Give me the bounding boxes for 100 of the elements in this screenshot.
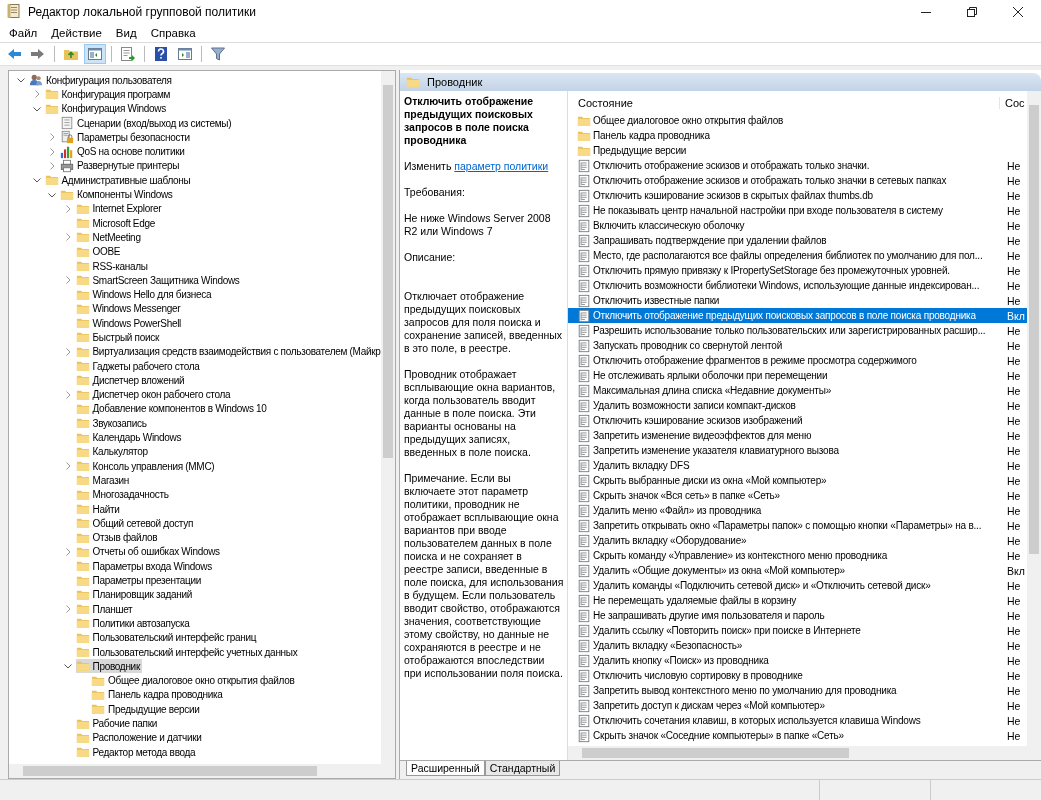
tree-item[interactable]: QoS на основе политики — [60, 144, 187, 159]
list-row[interactable]: Скрыть выбранные диски из окна «Мой компьютер» Не — [568, 473, 1027, 488]
column-header[interactable]: Состояние — [568, 97, 999, 109]
policy-link[interactable]: параметр политики — [454, 160, 549, 172]
tree-item[interactable]: Параметры безопасности — [60, 130, 192, 145]
list-row[interactable]: Не запрашивать другие имя пользователя и пароль Не — [568, 608, 1027, 623]
list-row[interactable]: Удалить меню «Файл» из проводника Не — [568, 503, 1027, 518]
menu-item[interactable]: Файл — [2, 27, 45, 39]
list-row[interactable]: Отключить отображение предыдущих поисковых запросов в поле поиска проводника Вкл — [568, 308, 1027, 323]
list-row[interactable]: Предыдущие версии — [568, 143, 1027, 158]
tree-item[interactable]: Параметры входа Windows — [75, 559, 214, 574]
tree-item[interactable]: NetMeeting — [75, 230, 143, 245]
tree-item[interactable]: Планшет — [75, 602, 135, 617]
horizontal-scrollbar[interactable] — [9, 764, 395, 778]
list-row[interactable]: Отключить кэширование эскизов изображений Не — [568, 413, 1027, 428]
tree-item[interactable]: OOBE — [75, 244, 123, 259]
list-row[interactable]: Отключить прямую привязку к IPropertySetStorage без промежуточных уровней. Не — [568, 263, 1027, 278]
tree-item[interactable]: Microsoft Edge — [75, 216, 157, 231]
list-row[interactable]: Отключить отображение эскизов и отображать только значки в сетевых папках Не — [568, 173, 1027, 188]
tree-item[interactable]: Предыдущие версии — [91, 702, 202, 717]
menu-item[interactable]: Вид — [108, 27, 144, 39]
tree-item[interactable]: Панель кадра проводника — [91, 687, 225, 702]
tree-item[interactable]: Гаджеты рабочего стола — [75, 359, 202, 374]
vertical-scrollbar[interactable] — [381, 71, 395, 764]
tree-item[interactable]: Проводник — [75, 659, 142, 674]
forward-arrow-icon[interactable] — [30, 46, 46, 62]
list-row[interactable]: Общее диалоговое окно открытия файлов — [568, 113, 1027, 128]
toggle-button[interactable] — [84, 44, 106, 64]
tree-item[interactable]: Магазин — [75, 473, 131, 488]
list-row[interactable]: Отключить известные папки Не — [568, 293, 1027, 308]
list-row[interactable]: Отключить отображение эскизов и отображать только значки. Не — [568, 158, 1027, 173]
list-row[interactable]: Запретить открывать окно «Параметры папок» с помощью кнопки «Параметры» на в... Не — [568, 518, 1027, 533]
list-row[interactable]: Запретить изменение видеоэффектов для меню Не — [568, 428, 1027, 443]
tree-item[interactable]: Планировщик заданий — [75, 587, 195, 602]
list-row[interactable]: Место, где располагаются все файлы определения библиотек по умолчанию для пол... Не — [568, 248, 1027, 263]
list-row[interactable]: Удалить вкладку «Безопасность» Не — [568, 638, 1027, 653]
menu-item[interactable]: Действие — [44, 27, 109, 39]
list-row[interactable]: Отключить числовую сортировку в проводнике Не — [568, 668, 1027, 683]
tree-item[interactable]: Компоненты Windows — [60, 187, 175, 202]
tree-item[interactable]: Найти — [75, 502, 122, 517]
list-row[interactable]: Запускать проводник со свернутой лентой Не — [568, 338, 1027, 353]
tree-item[interactable]: Отчеты об ошибках Windows — [75, 544, 222, 559]
list-row[interactable]: Отключить возможности библиотеки Windows, использующие данные индексирован... Не — [568, 278, 1027, 293]
help-icon[interactable] — [153, 46, 169, 62]
list-row[interactable]: Отключить сочетания клавиш, в которых используется клавиша Windows Не — [568, 713, 1027, 728]
list-row[interactable]: Панель кадра проводника — [568, 128, 1027, 143]
vertical-scrollbar[interactable] — [1027, 91, 1041, 746]
list-row[interactable]: Запретить вывод контекстного меню по умолчанию для проводника Не — [568, 683, 1027, 698]
filter-icon[interactable] — [210, 46, 226, 62]
tree-item[interactable]: Диспетчер окон рабочего стола — [75, 387, 233, 402]
tree-item[interactable]: Расположение и датчики — [75, 730, 204, 745]
list-row[interactable]: Не отслеживать ярлыки оболочки при перемещении Не — [568, 368, 1027, 383]
tree-item[interactable]: Конфигурация программ — [44, 87, 173, 102]
tree-item[interactable]: Консоль управления (MMC) — [75, 459, 217, 474]
tree-item[interactable]: Быстрый поиск — [75, 330, 161, 345]
list-row[interactable]: Запрашивать подтверждение при удалении файлов Не — [568, 233, 1027, 248]
view-tab[interactable]: Стандартный — [484, 761, 561, 776]
list-row[interactable]: Скрыть команду «Управление» из контекстного меню проводника Не — [568, 548, 1027, 563]
list-row[interactable]: Удалить ссылку «Повторить поиск» при поиске в Интернете Не — [568, 623, 1027, 638]
tree-item[interactable]: Windows Hello для бизнеса — [75, 287, 214, 302]
menu-item[interactable]: Справка — [143, 27, 203, 39]
tree-item[interactable]: Редактор метода ввода — [75, 745, 198, 760]
tree-item[interactable]: Internet Explorer — [75, 201, 164, 216]
list-row[interactable]: Удалить возможности записи компакт-дисков Не — [568, 398, 1027, 413]
tree-item[interactable]: Календарь Windows — [75, 430, 184, 445]
tree-item[interactable]: Отзыв файлов — [75, 530, 160, 545]
export-list-icon[interactable] — [120, 46, 136, 62]
view-tab[interactable]: Расширенный — [406, 761, 485, 776]
tree-item[interactable]: Добавление компонентов в Windows 10 — [75, 401, 269, 416]
tree-item[interactable]: Виртуализация средств взаимодействия с пользователем (Майкр — [75, 344, 381, 359]
tree-item[interactable]: SmartScreen Защитника Windows — [75, 273, 242, 288]
tree-item[interactable]: Калькулятор — [75, 444, 150, 459]
tree-item[interactable]: RSS-каналы — [75, 259, 150, 273]
tree-item[interactable]: Пользовательский интерфейс границ — [75, 630, 259, 645]
tree-item[interactable]: Общий сетевой доступ — [75, 516, 196, 531]
list-row[interactable]: Отключить кэширование эскизов в скрытых файлах thumbs.db Не — [568, 188, 1027, 203]
list-row[interactable]: Не показывать центр начальной настройки при входе пользователя в систему Не — [568, 203, 1027, 218]
tree-item[interactable]: Пользовательский интерфейс учетных данных — [75, 645, 300, 659]
list-row[interactable]: Разрешить использование только пользовательских или зарегистрированных расшир... Не — [568, 323, 1027, 338]
list-row[interactable]: Удалить вкладку «Оборудование» Не — [568, 533, 1027, 548]
tree-item[interactable]: Windows Messenger — [75, 301, 183, 316]
horizontal-scrollbar[interactable] — [568, 746, 1041, 760]
back-arrow-icon[interactable] — [6, 46, 22, 62]
list-row[interactable]: Скрыть значок «Соседние компьютеры» в папке «Сеть» Не — [568, 728, 1027, 743]
tree-item[interactable]: Рабочие папки — [75, 716, 160, 731]
list-row[interactable]: Не перемещать удаляемые файлы в корзину Не — [568, 593, 1027, 608]
tree-item[interactable]: Конфигурация Windows — [44, 101, 168, 116]
tree-item[interactable]: Многозадачность — [75, 487, 171, 502]
list-row[interactable]: Запретить доступ к дискам через «Мой компьютер» Не — [568, 698, 1027, 713]
tree-item[interactable]: Конфигурация пользователя — [29, 73, 174, 88]
list-row[interactable]: Удалить кнопку «Поиск» из проводника Не — [568, 653, 1027, 668]
tree-item[interactable]: Параметры презентации — [75, 573, 204, 588]
tree-item[interactable]: Развернутые принтеры — [60, 158, 182, 173]
list-row[interactable]: Запретить изменение указателя клавиатурного вызова Не — [568, 443, 1027, 458]
list-row[interactable]: Удалить «Общие документы» из окна «Мой компьютер» Вкл — [568, 563, 1027, 578]
tree-item[interactable]: Диспетчер вложений — [75, 373, 187, 388]
tree-item[interactable]: Windows PowerShell — [75, 316, 184, 331]
list-row[interactable]: Включить классическую оболочку Не — [568, 218, 1027, 233]
list-row[interactable]: Скрыть значок «Вся сеть» в папке «Сеть» Не — [568, 488, 1027, 503]
tree-item[interactable]: Звукозапись — [75, 416, 149, 431]
